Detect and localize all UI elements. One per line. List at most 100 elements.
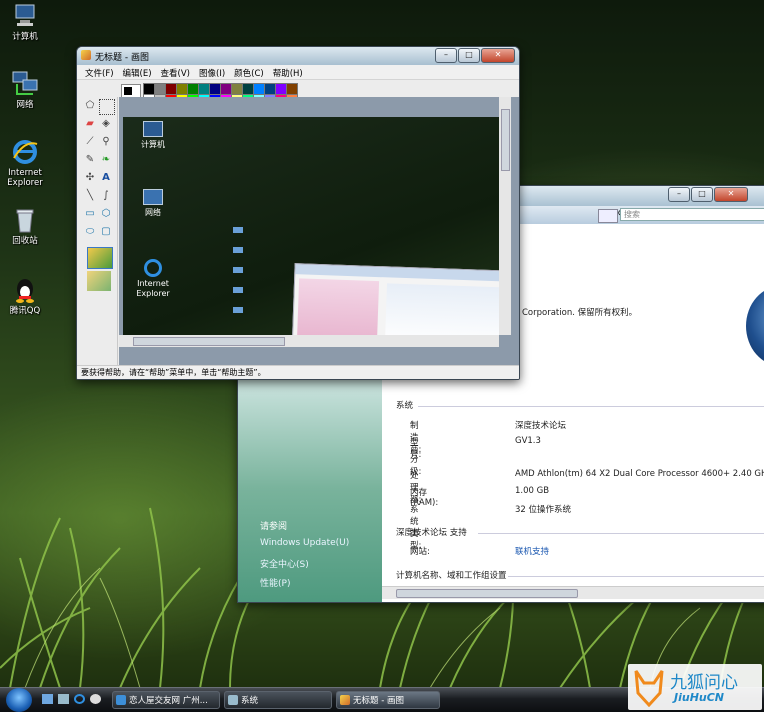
canvas-area: 计算机 网络 Internet Explorer	[119, 97, 519, 379]
airbrush-icon[interactable]: ✣	[83, 171, 97, 185]
brush-icon[interactable]: ❧	[99, 153, 113, 167]
link-performance[interactable]: 性能(P)	[260, 576, 290, 589]
transparent-option-icon[interactable]	[87, 271, 111, 291]
desktop-icon-computer[interactable]: 计算机	[4, 2, 46, 42]
toolbox: ⬠ ▰ ◈ ⟋ ⚲ ✎ ❧ ✣ A ╲ ∫ ▭ ⬡ ⬭ ▢	[77, 97, 118, 379]
taskbar-item-browser[interactable]: 恋人屋交友网 广州...	[112, 691, 220, 709]
paint-titlebar[interactable]: 无标题 - 画图 – □ ✕	[77, 47, 519, 65]
desktop-icon-recycle-bin[interactable]: 回收站	[4, 206, 46, 246]
show-desktop-icon[interactable]	[42, 694, 53, 704]
canvas-ie-icon: Internet Explorer	[129, 259, 177, 299]
paint-title: 无标题 - 画图	[95, 53, 149, 63]
row-value: 深度技术论坛	[515, 421, 567, 431]
row-value: GV1.3	[515, 436, 541, 446]
minimize-button[interactable]: –	[668, 187, 690, 202]
polygon-icon[interactable]: ⬡	[99, 207, 113, 221]
pencil-icon[interactable]: ✎	[83, 153, 97, 167]
copyright-text: Corporation. 保留所有权利。	[522, 308, 638, 318]
computer-icon	[11, 2, 39, 30]
back-forward-button[interactable]	[598, 209, 618, 223]
ie-icon	[116, 695, 126, 705]
taskbar-item-label: 无标题 - 画图	[353, 696, 404, 706]
maximize-button[interactable]: □	[691, 187, 713, 202]
horizontal-scrollbar[interactable]	[382, 586, 764, 599]
rounded-rect-icon[interactable]: ▢	[99, 225, 113, 239]
minimize-button[interactable]: –	[435, 48, 457, 63]
rectangle-icon[interactable]: ▭	[83, 207, 97, 221]
system-icon	[228, 695, 238, 705]
fill-icon[interactable]: ◈	[99, 117, 113, 131]
paint-window: 无标题 - 画图 – □ ✕ 文件(F) 编辑(E) 查看(V) 图像(I) 颜…	[76, 46, 520, 380]
section-system: 系统	[396, 401, 414, 411]
taskbar-item-label: 恋人屋交友网 广州...	[129, 696, 208, 706]
canvas-icon-label: 计算机	[141, 140, 165, 149]
close-button[interactable]: ✕	[714, 187, 748, 202]
media-player-icon[interactable]	[90, 694, 101, 704]
vista-logo	[746, 286, 764, 366]
eraser-icon[interactable]: ▰	[83, 117, 97, 131]
row-value: 1.00 GB	[515, 486, 550, 496]
canvas-computer-icon: 计算机	[133, 121, 173, 150]
canvas-network-icon: 网络	[133, 189, 173, 218]
search-placeholder: 搜索	[624, 210, 640, 219]
network-icon	[11, 70, 39, 98]
status-bar: 要获得帮助，请在“帮助”菜单中，单击“帮助主题”。	[77, 365, 519, 379]
canvas-icon-label: 网络	[145, 208, 161, 217]
menu-view[interactable]: 查看(V)	[157, 65, 195, 79]
ie-icon	[11, 138, 39, 166]
watermark-sub: JiuHuCN	[674, 691, 725, 704]
menu-bar: 文件(F) 编辑(E) 查看(V) 图像(I) 颜色(C) 帮助(H)	[77, 65, 519, 80]
search-input[interactable]: 搜索	[620, 208, 764, 221]
recycle-bin-icon	[11, 206, 39, 234]
desktop-icon-label: 网络	[16, 100, 34, 110]
quick-launch	[42, 694, 101, 704]
support-label: 网站:	[410, 547, 430, 557]
rect-select-icon[interactable]	[99, 99, 115, 115]
menu-edit[interactable]: 编辑(E)	[119, 65, 157, 79]
paint-icon	[340, 695, 350, 705]
menu-image[interactable]: 图像(I)	[195, 65, 230, 79]
desktop-icon-label: 回收站	[12, 236, 38, 246]
magnifier-icon[interactable]: ⚲	[99, 135, 113, 149]
text-icon[interactable]: A	[99, 171, 113, 185]
link-windows-update[interactable]: Windows Update(U)	[260, 538, 349, 548]
canvas-icon-label: Internet Explorer	[136, 279, 170, 298]
opaque-option-icon[interactable]	[87, 247, 113, 269]
link-security-center[interactable]: 安全中心(S)	[260, 557, 309, 570]
line-icon[interactable]: ╲	[83, 189, 97, 203]
watermark: 九狐问心 JiuHuCN	[628, 664, 762, 710]
canvas-mini-icons	[233, 227, 243, 327]
picker-icon[interactable]: ⟋	[83, 135, 97, 149]
section-divider	[418, 406, 764, 407]
desktop-icon-label: 计算机	[12, 32, 38, 42]
drawing-canvas[interactable]: 计算机 网络 Internet Explorer	[123, 117, 499, 347]
section-support: 深度技术论坛 支持	[396, 528, 467, 538]
start-button[interactable]	[6, 688, 32, 712]
desktop-icon-label: Internet Explorer	[7, 168, 43, 188]
switch-windows-icon[interactable]	[58, 694, 69, 704]
online-support-link[interactable]: 联机支持	[515, 545, 549, 557]
canvas-vertical-scrollbar[interactable]	[499, 97, 511, 335]
taskbar-item-system[interactable]: 系统	[224, 691, 332, 709]
fox-logo-icon	[634, 670, 664, 707]
desktop-icon-qq[interactable]: 腾讯QQ	[4, 276, 46, 316]
menu-colors[interactable]: 颜色(C)	[230, 65, 269, 79]
canvas-horizontal-scrollbar[interactable]	[119, 335, 499, 347]
watermark-brand: 九狐问心	[670, 673, 738, 693]
desktop-icon-ie[interactable]: Internet Explorer	[4, 138, 46, 188]
ie-quicklaunch-icon[interactable]	[74, 694, 85, 704]
section-divider	[508, 576, 764, 577]
taskbar-item-label: 系统	[241, 696, 259, 706]
close-button[interactable]: ✕	[481, 48, 515, 63]
row-value: AMD Athlon(tm) 64 X2 Dual Core Processor…	[515, 469, 764, 479]
see-also-heading: 请参阅	[260, 522, 288, 532]
desktop-icon-network[interactable]: 网络	[4, 70, 46, 110]
qq-icon	[11, 276, 39, 304]
curve-icon[interactable]: ∫	[99, 189, 113, 203]
menu-file[interactable]: 文件(F)	[81, 65, 119, 79]
free-select-icon[interactable]: ⬠	[83, 99, 97, 113]
ellipse-icon[interactable]: ⬭	[83, 225, 97, 239]
taskbar-item-paint[interactable]: 无标题 - 画图	[336, 691, 440, 709]
menu-help[interactable]: 帮助(H)	[269, 65, 308, 79]
maximize-button[interactable]: □	[458, 48, 480, 63]
